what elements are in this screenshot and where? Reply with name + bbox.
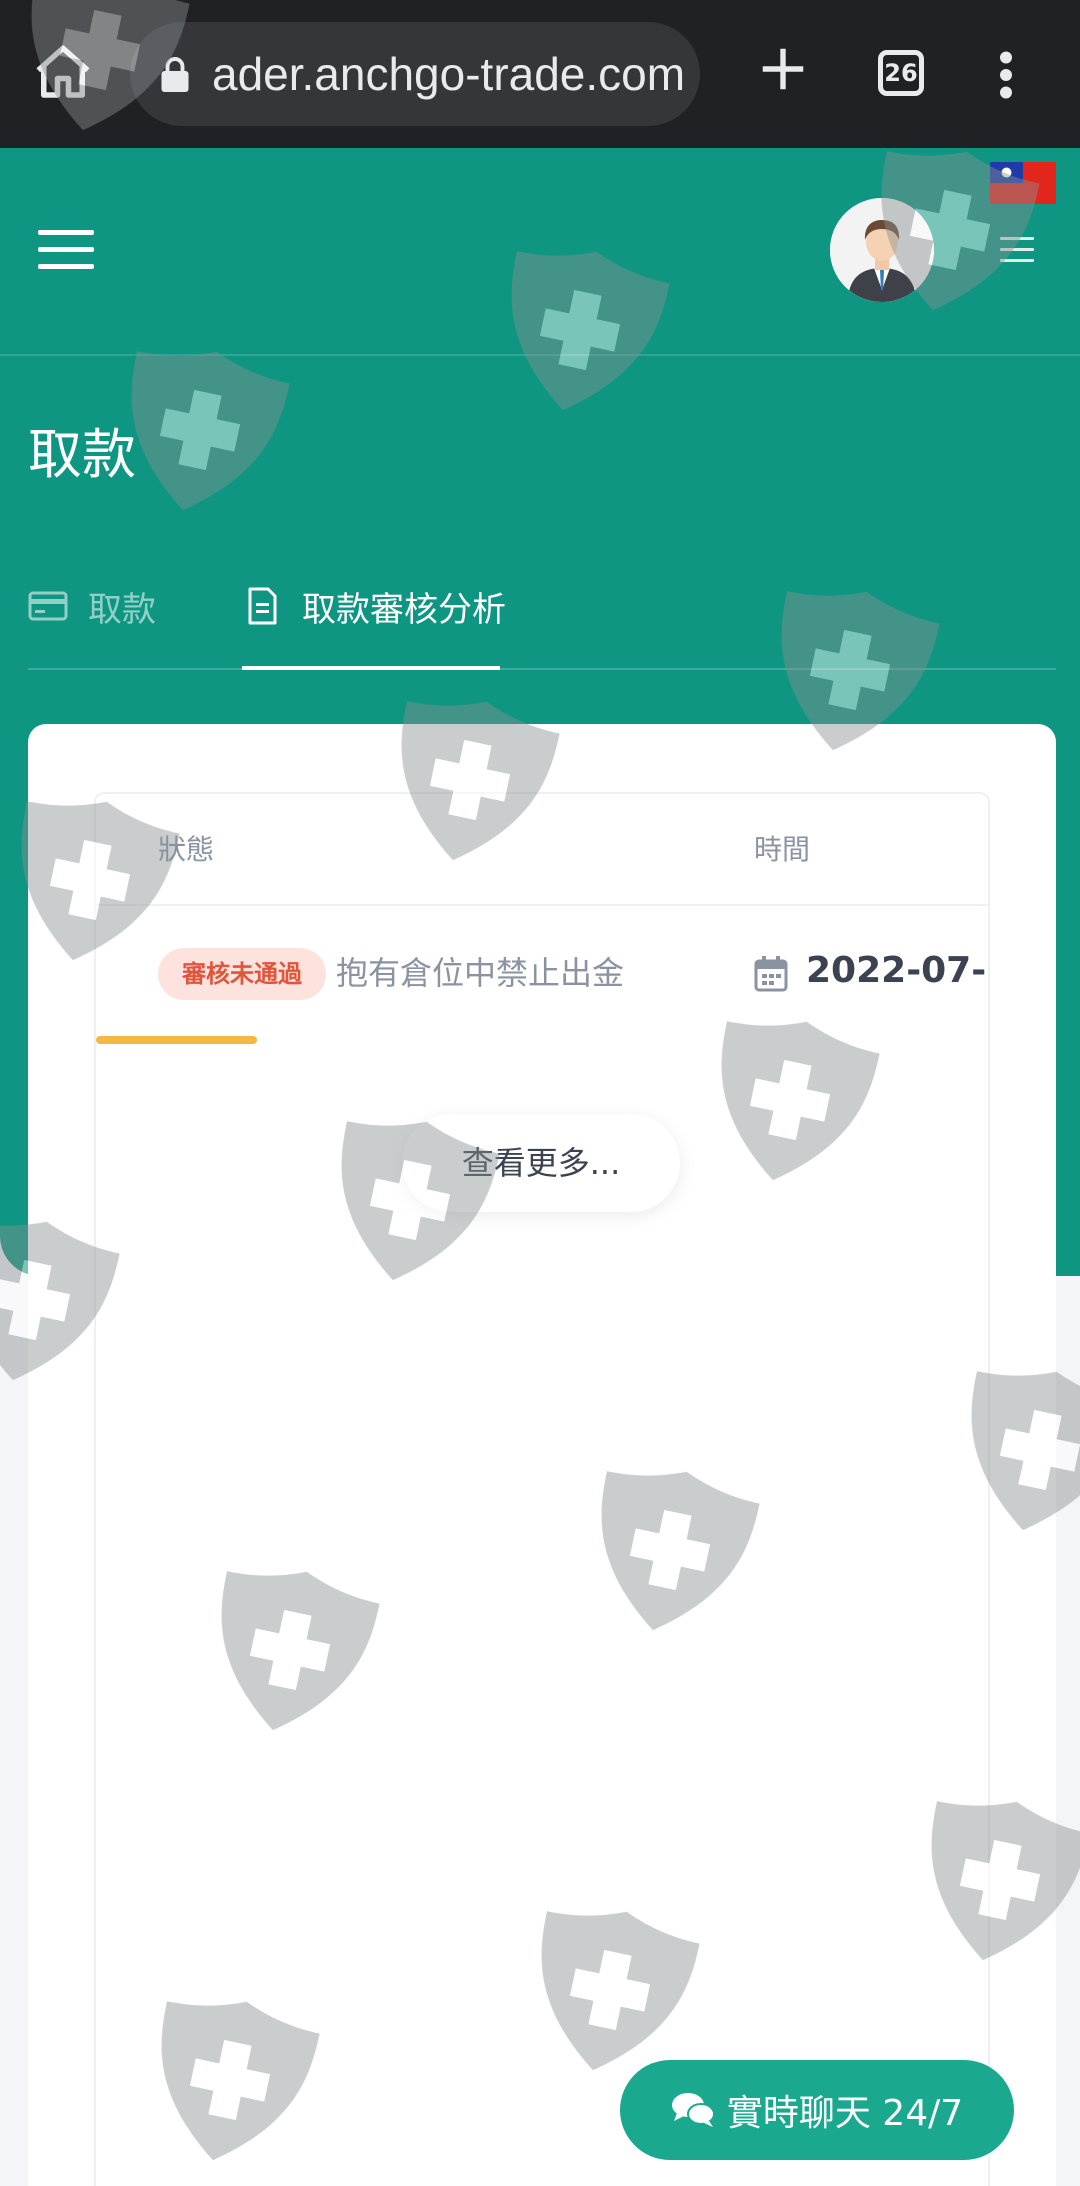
status-reason: 抱有倉位中禁止出金 [336,954,625,992]
chat-bubbles-icon [671,2093,715,2127]
home-icon[interactable] [30,40,96,106]
live-chat-label: 實時聊天 24/7 [726,2093,964,2134]
tabs-divider [28,668,1056,670]
tab-withdraw-label: 取款 [88,589,156,630]
header-divider [0,354,1080,356]
plus-icon[interactable] [756,42,810,96]
column-header-time: 時間 [754,833,811,866]
active-tab-indicator [242,666,500,670]
more-vert-icon[interactable] [996,50,1016,100]
user-avatar[interactable] [830,198,934,302]
url-text: ader.anchgo-trade.com [212,48,686,100]
calendar-icon [754,956,788,992]
lock-icon [161,57,189,92]
table-header: 狀態 時間 [96,794,988,906]
withdraw-table[interactable]: 狀態 時間 審核未通過 抱有倉位中禁止出金 2022-07-18 [94,792,990,2186]
tab-switcher-button[interactable]: 26 [878,50,924,96]
address-bar[interactable]: ader.anchgo-trade.com [130,22,700,126]
live-chat-button[interactable]: 實時聊天 24/7 [620,2060,1014,2160]
page: ader.anchgo-trade.com 26 取款 取款 取款審核分析 狀態… [0,0,1080,2186]
tab-withdraw[interactable]: 取款 [28,578,156,634]
column-header-status: 狀態 [158,833,215,866]
user-menu-icon[interactable] [1000,234,1034,266]
table-row[interactable]: 審核未通過 抱有倉位中禁止出金 2022-07-18 [96,906,988,1034]
credit-card-icon [28,591,68,621]
load-more-button[interactable]: 查看更多... [402,1114,680,1212]
tab-withdraw-review-analysis[interactable]: 取款審核分析 [242,578,506,634]
tab-analysis-label: 取款審核分析 [302,589,506,630]
row-time: 2022-07-18 [806,950,988,991]
page-title: 取款 [28,423,136,486]
hamburger-menu-icon[interactable] [38,226,94,274]
scrollbar-thumb[interactable] [96,1036,258,1044]
taiwan-flag-icon[interactable] [990,162,1056,204]
horizontal-scrollbar[interactable] [96,1036,988,1044]
document-icon [248,587,277,625]
browser-toolbar: ader.anchgo-trade.com 26 [0,0,1080,148]
status-badge: 審核未通過 [158,948,326,1000]
